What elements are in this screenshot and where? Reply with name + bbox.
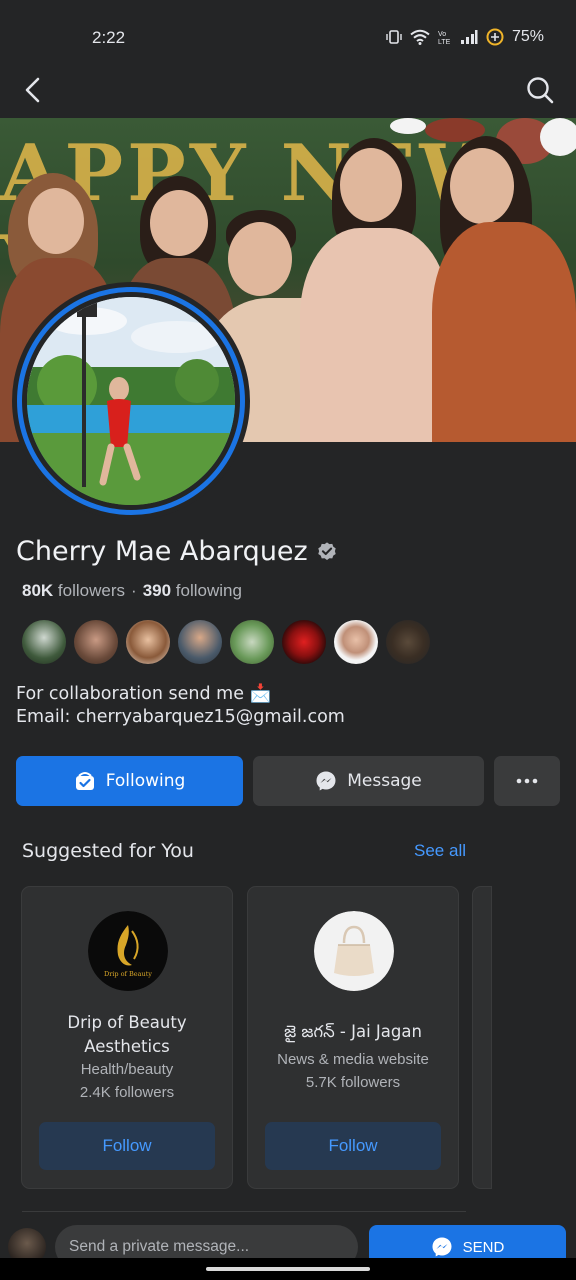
suggested-page-category: Health/beauty bbox=[80, 1061, 174, 1078]
friend-avatar[interactable] bbox=[230, 620, 274, 664]
friend-avatar[interactable] bbox=[178, 620, 222, 664]
following-count: 390 bbox=[142, 581, 172, 600]
suggested-card[interactable]: Drip of Beauty Drip of Beauty Aesthetics… bbox=[21, 886, 233, 1189]
back-arrow-icon bbox=[25, 77, 40, 103]
wifi-icon bbox=[410, 29, 430, 45]
friend-avatar[interactable] bbox=[386, 620, 430, 664]
search-button[interactable] bbox=[524, 74, 556, 106]
following-button-label: Following bbox=[105, 771, 186, 791]
friend-avatar[interactable] bbox=[126, 620, 170, 664]
suggested-page-category: News & media website bbox=[277, 1051, 429, 1068]
person-head bbox=[228, 222, 292, 296]
suggested-page-followers: 5.7K followers bbox=[305, 1074, 401, 1091]
gesture-navigation-bar bbox=[0, 1258, 576, 1280]
balloon bbox=[540, 118, 576, 156]
battery-percent: 75% bbox=[511, 28, 544, 45]
profile-name-text: Cherry Mae Abarquez bbox=[16, 536, 308, 567]
svg-text:Vo: Vo bbox=[438, 31, 446, 38]
following-check-icon bbox=[75, 772, 94, 790]
person-body bbox=[300, 228, 450, 442]
suggested-title: Suggested for You bbox=[22, 840, 194, 862]
mutual-friends-row[interactable] bbox=[22, 620, 430, 664]
profile-photo-illustration bbox=[27, 297, 235, 505]
svg-text:Drip of Beauty: Drip of Beauty bbox=[104, 970, 152, 978]
friend-avatar[interactable] bbox=[334, 620, 378, 664]
follow-button[interactable]: Follow bbox=[39, 1122, 215, 1170]
bio-email[interactable]: Email: cherryabarquez15@gmail.com bbox=[16, 706, 345, 729]
drip-of-beauty-logo: Drip of Beauty bbox=[88, 911, 168, 991]
search-icon bbox=[527, 77, 554, 104]
message-button-label: Message bbox=[347, 771, 422, 791]
following-button[interactable]: Following bbox=[16, 756, 243, 806]
person-head bbox=[450, 148, 514, 224]
battery-saver-icon bbox=[486, 28, 504, 46]
bio-line: For collaboration send me 📩 bbox=[16, 684, 272, 704]
handbag-logo bbox=[314, 911, 394, 991]
follow-button[interactable]: Follow bbox=[265, 1122, 441, 1170]
messenger-icon bbox=[316, 771, 336, 791]
followers-count: 80K bbox=[22, 581, 54, 600]
page-logo bbox=[314, 911, 394, 991]
divider bbox=[22, 1211, 466, 1212]
person-head bbox=[28, 188, 84, 254]
balloon bbox=[390, 118, 426, 134]
signal-icon bbox=[460, 30, 478, 44]
svg-text:LTE: LTE bbox=[438, 39, 451, 45]
back-button[interactable] bbox=[18, 74, 50, 106]
home-gesture-pill[interactable] bbox=[206, 1267, 370, 1271]
verified-badge-icon[interactable] bbox=[316, 541, 338, 563]
story-ring bbox=[17, 287, 245, 515]
friend-avatar[interactable] bbox=[282, 620, 326, 664]
following-label: following bbox=[175, 581, 242, 600]
profile-name: Cherry Mae Abarquez bbox=[16, 536, 338, 567]
send-button-label: SEND bbox=[462, 1238, 505, 1256]
suggested-card[interactable]: జై జగన్ - Jai Jagan News & media website… bbox=[247, 886, 459, 1189]
friend-avatar[interactable] bbox=[22, 620, 66, 664]
vibrate-icon bbox=[386, 30, 402, 44]
see-all-link[interactable]: See all bbox=[414, 841, 466, 861]
follow-stats: 80K followers · 390 following bbox=[22, 581, 242, 601]
followers-stat[interactable]: 80K followers bbox=[22, 581, 125, 601]
more-dots-icon bbox=[516, 778, 538, 784]
profile-actions: Following Message bbox=[16, 756, 560, 806]
suggested-header: Suggested for You See all bbox=[22, 840, 466, 866]
person-head bbox=[150, 190, 208, 256]
more-options-button[interactable] bbox=[494, 756, 560, 806]
messenger-icon bbox=[432, 1237, 452, 1257]
suggested-page-name[interactable]: Drip of Beauty Aesthetics bbox=[22, 1011, 232, 1059]
page-logo: Drip of Beauty bbox=[88, 911, 168, 991]
friend-avatar[interactable] bbox=[74, 620, 118, 664]
status-time: 2:22 bbox=[92, 28, 126, 47]
nav-bar bbox=[0, 66, 576, 114]
profile-bio: For collaboration send me 📩 Email: cherr… bbox=[16, 683, 345, 729]
following-stat[interactable]: 390 following bbox=[143, 581, 242, 601]
suggested-card-partial[interactable] bbox=[472, 886, 492, 1189]
followers-label: followers bbox=[57, 581, 126, 600]
volte-icon: VoLTE bbox=[438, 31, 451, 45]
suggested-page-followers: 2.4K followers bbox=[79, 1084, 175, 1101]
status-bar: 2:22 Vo LTE 75% bbox=[0, 0, 576, 76]
profile-picture[interactable] bbox=[12, 282, 250, 520]
person-body bbox=[432, 222, 576, 442]
person-head bbox=[340, 148, 402, 222]
suggested-page-name[interactable]: జై జగన్ - Jai Jagan bbox=[248, 1020, 458, 1044]
stats-separator: · bbox=[131, 581, 137, 600]
profile-photo bbox=[27, 297, 235, 505]
status-icons: Vo LTE 75% bbox=[386, 28, 544, 46]
message-button[interactable]: Message bbox=[253, 756, 484, 806]
